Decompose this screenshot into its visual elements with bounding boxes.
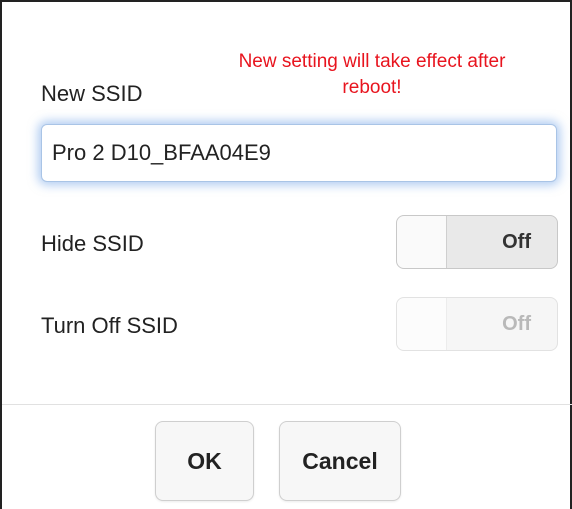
ssid-input[interactable] [41, 124, 557, 182]
cancel-button[interactable]: Cancel [279, 421, 401, 501]
turn-off-ssid-toggle-state: Off [502, 313, 531, 335]
turn-off-ssid-toggle[interactable]: Off [396, 297, 558, 351]
reboot-warning-line1: New setting will take effect after [238, 51, 506, 72]
hide-ssid-label: Hide SSID [41, 231, 144, 256]
ssid-settings-dialog: New SSID New setting will take effect af… [0, 0, 572, 509]
hide-ssid-toggle-knob [397, 216, 447, 268]
ok-button[interactable]: OK [155, 421, 254, 501]
reboot-warning: New setting will take effect after reboo… [192, 49, 552, 101]
turn-off-ssid-label: Turn Off SSID [41, 313, 178, 338]
reboot-warning-line2: reboot! [342, 77, 402, 98]
footer-divider [2, 404, 572, 405]
new-ssid-label: New SSID [41, 81, 143, 106]
turn-off-ssid-toggle-knob [397, 298, 447, 350]
hide-ssid-toggle[interactable]: Off [396, 215, 558, 269]
hide-ssid-toggle-state: Off [502, 231, 531, 253]
